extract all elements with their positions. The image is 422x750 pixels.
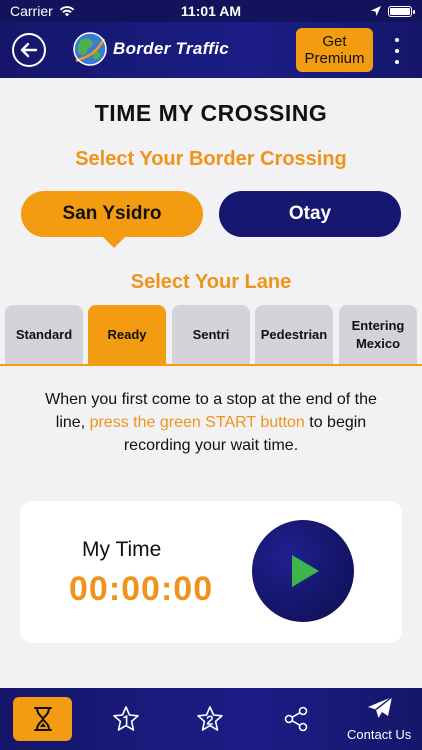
- location-arrow-icon: [371, 6, 381, 16]
- app-header: Border Traffic Get Premium: [0, 22, 422, 78]
- lane-tab-entering-mexico[interactable]: Entering Mexico: [339, 305, 417, 365]
- premium-label-line2: Premium: [304, 50, 365, 67]
- carrier-label: Carrier: [10, 3, 53, 19]
- globe-logo-icon: [73, 32, 107, 66]
- more-options-icon[interactable]: [391, 38, 403, 64]
- instructions-text: When you first come to a stop at the end…: [30, 388, 392, 457]
- nav-ranking-1[interactable]: [100, 688, 152, 750]
- star-2-icon: [197, 706, 223, 731]
- get-premium-button[interactable]: Get Premium: [296, 28, 373, 72]
- lane-tab-sentri[interactable]: Sentri: [172, 305, 250, 365]
- page-title: TIME MY CROSSING: [94, 100, 328, 126]
- lane-tabs-underline: [0, 364, 422, 366]
- status-left: Carrier: [10, 3, 75, 19]
- lane-tabs: Standard Ready Sentri Pedestrian Enterin…: [0, 305, 422, 366]
- premium-label-line1: Get: [322, 33, 347, 50]
- paper-plane-icon: [368, 696, 393, 718]
- crossing-button-otay[interactable]: Otay: [219, 191, 401, 237]
- selected-crossing-pointer: [102, 236, 126, 248]
- lane-tab-standard[interactable]: Standard: [5, 305, 83, 365]
- lane-tab-ready[interactable]: Ready: [88, 305, 166, 365]
- nav-share[interactable]: [270, 688, 322, 750]
- wifi-icon: [59, 6, 74, 17]
- lane-section-title: Select Your Lane: [130, 271, 292, 293]
- back-button[interactable]: [12, 33, 46, 67]
- nav-timer[interactable]: [13, 688, 72, 750]
- play-icon: [292, 555, 319, 587]
- contact-us-label[interactable]: Contact Us: [347, 727, 411, 742]
- nav-contact-us[interactable]: [350, 688, 410, 728]
- hourglass-icon: [33, 707, 52, 731]
- instructions-highlight: press the green START button: [89, 414, 305, 431]
- crossing-section-title: Select Your Border Crossing: [75, 148, 347, 170]
- share-icon: [284, 706, 308, 732]
- battery-icon: [388, 5, 415, 17]
- app-title: Border Traffic: [113, 39, 229, 58]
- status-right: [370, 5, 415, 17]
- start-button[interactable]: [252, 520, 354, 622]
- star-1-icon: [113, 706, 139, 731]
- timer-label: My Time: [82, 538, 162, 561]
- crossing-button-san-ysidro[interactable]: San Ysidro: [21, 191, 203, 237]
- nav-ranking-2[interactable]: [184, 688, 236, 750]
- lane-tab-label-line1: Entering: [351, 318, 405, 333]
- lane-tab-pedestrian[interactable]: Pedestrian: [255, 305, 333, 365]
- status-bar: Carrier 11:01 AM: [0, 0, 422, 22]
- timer-value: 00:00:00: [69, 570, 214, 608]
- lane-tab-label-line2: Mexico: [355, 336, 401, 351]
- arrow-left-icon: [20, 42, 38, 58]
